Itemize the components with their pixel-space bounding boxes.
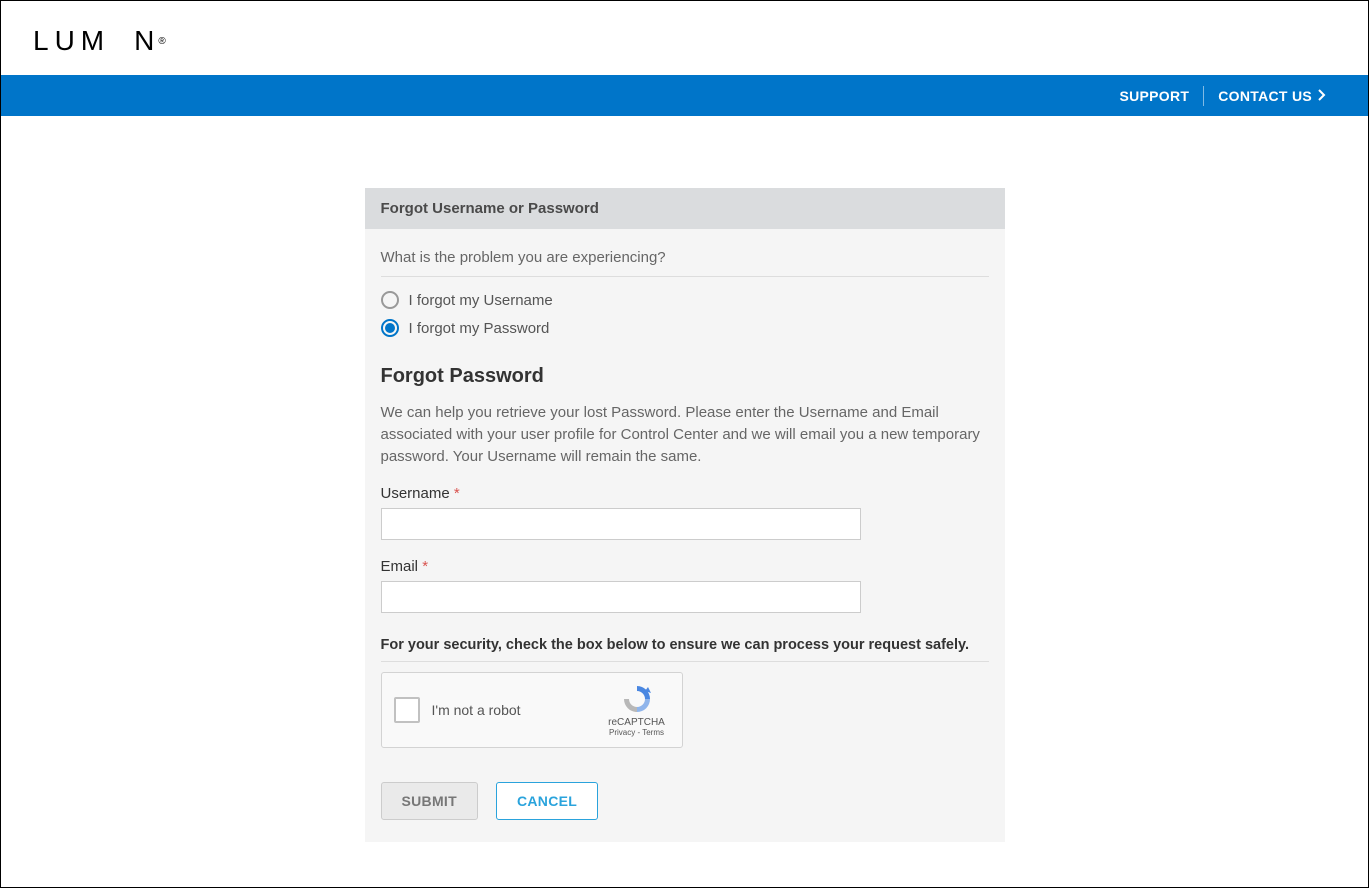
- radio-forgot-password[interactable]: I forgot my Password: [381, 319, 989, 337]
- header: LUM N ®: [1, 1, 1368, 75]
- logo-registered: ®: [158, 36, 165, 47]
- radio-icon: [381, 319, 399, 337]
- question-text: What is the problem you are experiencing…: [381, 249, 989, 277]
- button-row: SUBMIT CANCEL: [381, 782, 989, 820]
- required-mark: *: [454, 485, 460, 502]
- terms-link[interactable]: Terms: [642, 728, 664, 737]
- contact-us-link[interactable]: CONTACT US: [1204, 88, 1340, 104]
- nav-bar: SUPPORT CONTACT US: [1, 75, 1368, 116]
- chevron-right-icon: [1318, 88, 1326, 104]
- recaptcha-checkbox[interactable]: [394, 697, 420, 723]
- submit-button[interactable]: SUBMIT: [381, 782, 478, 820]
- cancel-button[interactable]: CANCEL: [496, 782, 598, 820]
- contact-label: CONTACT US: [1218, 88, 1312, 104]
- logo-text-right: N: [134, 25, 160, 57]
- radio-label: I forgot my Username: [409, 292, 553, 309]
- card-header: Forgot Username or Password: [365, 188, 1005, 229]
- recaptcha-label: I'm not a robot: [432, 702, 604, 718]
- recaptcha-widget: I'm not a robot reCAPTCHA: [381, 672, 683, 748]
- radio-icon: [381, 291, 399, 309]
- username-input[interactable]: [381, 508, 861, 540]
- support-link[interactable]: SUPPORT: [1105, 88, 1203, 104]
- lumen-logo: LUM N ®: [33, 25, 166, 57]
- recaptcha-brand: reCAPTCHA: [608, 717, 665, 728]
- email-label: Email *: [381, 558, 989, 575]
- section-title: Forgot Password: [381, 365, 989, 388]
- recaptcha-badge: reCAPTCHA Privacy - Terms: [604, 683, 670, 737]
- recaptcha-links: Privacy - Terms: [609, 728, 664, 737]
- card-body: What is the problem you are experiencing…: [365, 229, 1005, 842]
- email-input[interactable]: [381, 581, 861, 613]
- radio-label: I forgot my Password: [409, 320, 550, 337]
- forgot-card: Forgot Username or Password What is the …: [365, 188, 1005, 842]
- main-content: Forgot Username or Password What is the …: [1, 116, 1368, 842]
- support-label: SUPPORT: [1119, 88, 1189, 104]
- required-mark: *: [422, 558, 428, 575]
- label-text: Email: [381, 558, 419, 575]
- radio-forgot-username[interactable]: I forgot my Username: [381, 291, 989, 309]
- security-text: For your security, check the box below t…: [381, 637, 989, 662]
- logo-text-left: LUM: [33, 25, 110, 57]
- help-text: We can help you retrieve your lost Passw…: [381, 402, 989, 467]
- username-label: Username *: [381, 485, 989, 502]
- problem-radio-group: I forgot my Username I forgot my Passwor…: [381, 277, 989, 337]
- privacy-link[interactable]: Privacy: [609, 728, 635, 737]
- recaptcha-logo-icon: [621, 683, 653, 715]
- label-text: Username: [381, 485, 450, 502]
